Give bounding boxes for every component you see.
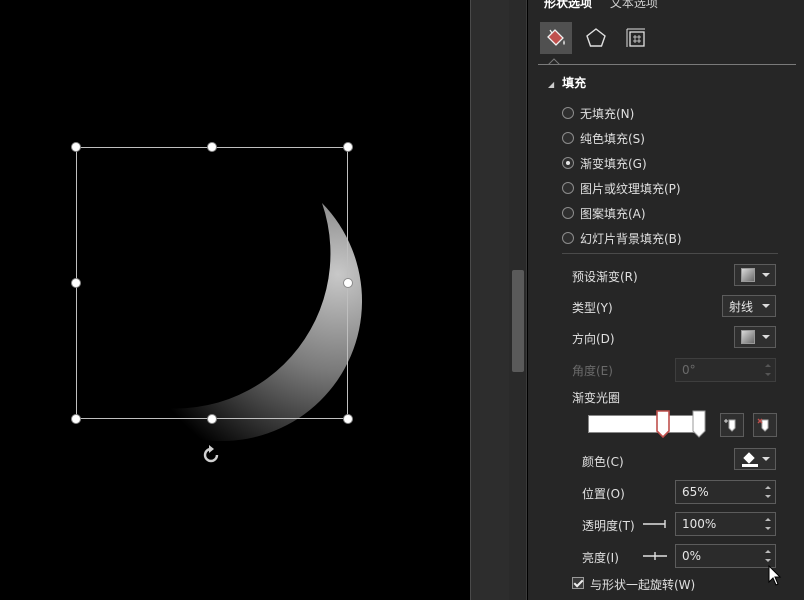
radio-circle[interactable]	[562, 107, 574, 119]
tab-effects[interactable]	[580, 22, 612, 54]
resize-handle-top[interactable]	[207, 142, 217, 152]
resize-handle-top-left[interactable]	[71, 142, 81, 152]
chevron-down-icon	[762, 457, 770, 461]
scrollbar-thumb[interactable]	[512, 270, 524, 372]
radio-label: 图案填充(A)	[580, 206, 646, 221]
resize-handle-right[interactable]	[343, 278, 353, 288]
remove-gradient-stop-button[interactable]	[753, 413, 777, 437]
transparency-label: 透明度(T)	[582, 519, 635, 533]
radio-pattern-fill[interactable]: 图案填充(A)	[562, 204, 646, 222]
direction-dropdown[interactable]	[734, 326, 776, 348]
color-label: 颜色(C)	[582, 455, 624, 469]
paint-bucket-icon	[742, 452, 758, 467]
resize-handle-bottom[interactable]	[207, 414, 217, 424]
section-divider	[562, 253, 778, 254]
radio-circle[interactable]	[562, 182, 574, 194]
radio-circle[interactable]	[562, 207, 574, 219]
spin-up-icon[interactable]	[765, 550, 771, 553]
spin-down-icon[interactable]	[765, 527, 771, 530]
chevron-down-icon	[762, 335, 770, 339]
transparency-value: 100%	[682, 517, 717, 531]
type-label: 类型(Y)	[572, 301, 613, 315]
resize-handle-bottom-left[interactable]	[71, 414, 81, 424]
radio-solid-fill[interactable]: 纯色填充(S)	[562, 129, 645, 147]
transparency-slider-icon	[643, 520, 666, 528]
gradient-swatch-icon	[741, 268, 755, 282]
gradient-stop-selected[interactable]	[656, 410, 670, 438]
gradient-stop[interactable]	[692, 410, 706, 438]
resize-handle-left[interactable]	[71, 278, 81, 288]
mouse-cursor-icon	[768, 565, 782, 586]
collapse-triangle-icon: ◢	[548, 80, 555, 89]
preset-gradient-dropdown[interactable]	[734, 264, 776, 286]
tab-fill-line[interactable]	[540, 22, 572, 54]
radio-label: 纯色填充(S)	[580, 131, 645, 146]
radio-slide-background-fill[interactable]: 幻灯片背景填充(B)	[562, 229, 682, 247]
tab-shape-options[interactable]: 形状选项	[544, 0, 592, 10]
section-fill-header[interactable]: ◢ 填充	[548, 74, 586, 91]
selection-box[interactable]	[76, 147, 348, 419]
chevron-down-icon	[762, 273, 770, 277]
radio-label: 无填充(N)	[580, 106, 635, 121]
resize-handle-top-right[interactable]	[343, 142, 353, 152]
resize-handle-bottom-right[interactable]	[343, 414, 353, 424]
spin-down-icon	[765, 373, 771, 376]
transparency-input[interactable]: 100%	[675, 512, 776, 536]
gradient-stops-label: 渐变光圈	[572, 391, 621, 405]
spin-down-icon[interactable]	[765, 559, 771, 562]
position-value: 65%	[682, 485, 709, 499]
radio-no-fill[interactable]: 无填充(N)	[562, 104, 634, 122]
slide-canvas[interactable]	[0, 0, 470, 600]
type-dropdown[interactable]: 射线	[722, 295, 776, 317]
gradient-stops-bar[interactable]	[588, 415, 704, 433]
radio-label: 图片或纹理填充(P)	[580, 181, 681, 196]
section-fill-title: 填充	[562, 76, 587, 90]
paint-bucket-icon	[547, 29, 565, 46]
pane-tabs: 形状选项 文本选项	[544, 0, 672, 11]
remove-gradient-stop-icon	[757, 418, 769, 432]
direction-label: 方向(D)	[572, 332, 615, 346]
pane-scrollbar[interactable]	[509, 0, 527, 600]
tab-text-options[interactable]: 文本选项	[610, 0, 658, 10]
position-label: 位置(O)	[582, 487, 625, 501]
format-shape-pane: 形状选项 文本选项 ◢ 填充 无填充(N) 纯色填充(S) 渐变填充(G) 图片…	[528, 0, 804, 600]
tab-size-properties[interactable]	[620, 22, 652, 54]
preset-gradient-label: 预设渐变(R)	[572, 270, 638, 284]
radio-circle[interactable]	[562, 232, 574, 244]
brightness-input[interactable]: 0%	[675, 544, 776, 568]
add-gradient-stop-icon	[724, 419, 736, 432]
spin-down-icon[interactable]	[765, 495, 771, 498]
radio-label: 渐变填充(G)	[580, 156, 647, 171]
rotate-with-shape-checkbox[interactable]	[572, 577, 584, 589]
type-dropdown-value: 射线	[729, 299, 754, 314]
rotate-with-shape-label: 与形状一起旋转(W)	[590, 578, 696, 592]
color-dropdown[interactable]	[734, 448, 776, 470]
rotate-handle-icon[interactable]	[199, 443, 223, 467]
angle-label: 角度(E)	[572, 364, 613, 378]
radio-circle-selected[interactable]	[562, 157, 574, 169]
brightness-value: 0%	[682, 549, 702, 563]
radio-label: 幻灯片背景填充(B)	[580, 231, 682, 246]
size-properties-icon	[626, 28, 645, 47]
radio-gradient-fill[interactable]: 渐变填充(G)	[562, 154, 647, 172]
angle-input: 0°	[675, 358, 776, 382]
tab-underline	[538, 64, 796, 65]
canvas-gutter	[471, 0, 509, 600]
angle-value: 0°	[682, 363, 696, 377]
spin-up-icon	[765, 364, 771, 367]
brightness-label: 亮度(I)	[582, 551, 619, 565]
spin-up-icon[interactable]	[765, 518, 771, 521]
position-input[interactable]: 65%	[675, 480, 776, 504]
radio-circle[interactable]	[562, 132, 574, 144]
chevron-down-icon	[762, 304, 770, 308]
add-gradient-stop-button[interactable]	[720, 413, 744, 437]
radio-picture-fill[interactable]: 图片或纹理填充(P)	[562, 179, 681, 197]
spin-up-icon[interactable]	[765, 486, 771, 489]
brightness-slider-icon	[643, 552, 667, 560]
pentagon-icon	[586, 28, 606, 47]
direction-swatch-icon	[741, 330, 755, 344]
